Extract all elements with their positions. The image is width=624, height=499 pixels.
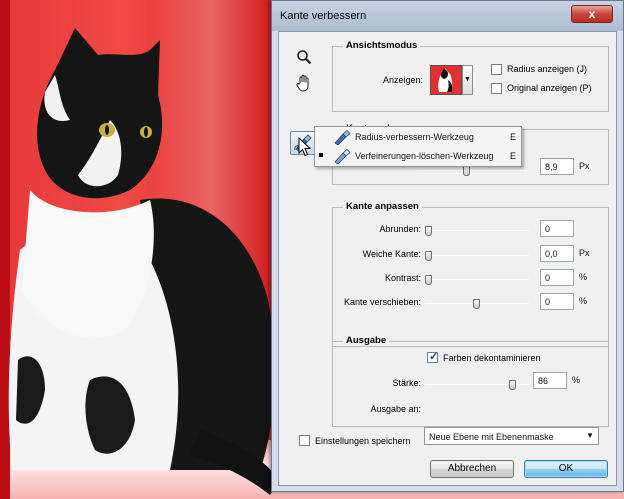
close-icon: x [588, 7, 596, 21]
decontaminate-label: Farben dekontaminieren [443, 353, 541, 363]
radius-slider-thumb[interactable] [463, 166, 470, 176]
decontaminate-checkbox[interactable] [427, 350, 438, 363]
hand-icon [296, 75, 309, 92]
menu-item-refine-radius-tool[interactable]: Radius-verbessern-Werkzeug E [315, 128, 521, 147]
smooth-label: Abrunden: [379, 224, 421, 234]
remember-settings-label: Einstellungen speichern [315, 436, 411, 446]
output-to-value: Neue Ebene mit Ebenenmaske [429, 432, 554, 442]
refine-edge-dialog: Kante verbessern x Ansichtsmodus Anzeige… [271, 0, 624, 492]
output-group: Ausgabe Farben dekontaminieren Stärke: 8… [332, 335, 609, 427]
menu-item-erase-refinements-tool[interactable]: Verfeinerungen-löschen-Werkzeug E [315, 147, 521, 166]
view-preview-icon [431, 66, 461, 94]
radius-unit: Px [579, 161, 590, 171]
shift-edge-label: Kante verschieben: [343, 297, 421, 307]
show-original-checkbox[interactable] [491, 83, 502, 94]
view-mode-group: Ansichtsmodus Anzeigen: ▼ Radius anzeige… [332, 40, 609, 112]
dialog-title: Kante verbessern [280, 10, 367, 22]
refine-radius-brush-icon [333, 130, 353, 146]
menu-item-label: Verfeinerungen-löschen-Werkzeug [355, 151, 494, 161]
mouse-cursor-icon [298, 137, 312, 157]
radius-slider-track [417, 170, 527, 171]
chevron-down-icon: ▼ [464, 76, 471, 83]
feather-unit: Px [579, 248, 590, 258]
erase-refinements-brush-icon [333, 149, 353, 165]
show-label: Anzeigen: [382, 75, 423, 85]
cancel-button[interactable]: Abbrechen [430, 460, 514, 478]
remember-settings-checkbox[interactable] [299, 435, 310, 446]
contrast-slider-thumb[interactable] [425, 275, 432, 285]
radius-slider[interactable] [417, 166, 527, 176]
shift-edge-slider-thumb[interactable] [473, 299, 480, 309]
feather-slider[interactable] [425, 251, 529, 261]
feather-label: Weiche Kante: [362, 249, 421, 259]
feather-slider-track [425, 255, 529, 256]
strength-unit: % [572, 375, 581, 385]
show-original-label: Original anzeigen (P) [507, 83, 592, 93]
hand-tool-button[interactable] [293, 72, 315, 94]
cat-image [8, 28, 280, 495]
menu-item-shortcut: E [510, 151, 517, 161]
view-mode-dropdown-button[interactable]: ▼ [462, 65, 473, 95]
strength-field[interactable]: 86 [533, 372, 567, 389]
tool-flyout-menu: Radius-verbessern-Werkzeug E Verfeinerun… [314, 126, 522, 167]
smooth-slider-track [425, 230, 529, 231]
radius-field[interactable]: 8,9 [540, 158, 574, 175]
menu-item-label: Radius-verbessern-Werkzeug [355, 132, 474, 142]
active-bullet-icon [319, 153, 323, 157]
close-button[interactable]: x [571, 5, 613, 23]
strength-slider-thumb[interactable] [509, 380, 516, 390]
chevron-down-icon: ▼ [586, 431, 594, 440]
strength-label: Stärke: [392, 378, 421, 388]
dialog-client-area: Ansichtsmodus Anzeigen: ▼ Radius anzeige… [278, 31, 617, 486]
smooth-slider-thumb[interactable] [425, 226, 432, 236]
adjust-edge-title: Kante anpassen [343, 201, 422, 212]
contrast-field[interactable]: 0 [540, 269, 574, 286]
contrast-label: Kontrast: [384, 273, 421, 283]
contrast-slider[interactable] [425, 275, 529, 285]
menu-item-shortcut: E [510, 132, 517, 142]
shift-edge-slider[interactable] [425, 299, 529, 309]
output-title: Ausgabe [343, 335, 390, 346]
strength-slider[interactable] [425, 380, 529, 390]
feather-field[interactable]: 0,0 [540, 245, 574, 262]
shift-edge-field[interactable]: 0 [540, 293, 574, 310]
dialog-titlebar[interactable]: Kante verbessern x [272, 1, 623, 31]
smooth-slider[interactable] [425, 226, 529, 236]
adjust-edge-group: Kante anpassen Abrunden: 0 Weiche Kante:… [332, 201, 609, 347]
shift-edge-unit: % [579, 296, 588, 306]
zoom-tool-button[interactable] [293, 46, 315, 68]
show-radius-checkbox[interactable] [491, 64, 502, 75]
output-to-label: Ausgabe an: [370, 404, 421, 414]
contrast-unit: % [579, 272, 588, 282]
zoom-icon [297, 50, 312, 65]
ok-button[interactable]: OK [524, 460, 608, 478]
show-radius-label: Radius anzeigen (J) [507, 64, 588, 74]
output-to-select[interactable]: Neue Ebene mit Ebenenmaske ▼ [424, 427, 599, 445]
contrast-slider-track [425, 279, 529, 280]
smooth-field[interactable]: 0 [540, 220, 574, 237]
view-preview-thumbnail[interactable] [430, 65, 462, 95]
feather-slider-thumb[interactable] [425, 251, 432, 261]
view-mode-title: Ansichtsmodus [343, 40, 421, 51]
